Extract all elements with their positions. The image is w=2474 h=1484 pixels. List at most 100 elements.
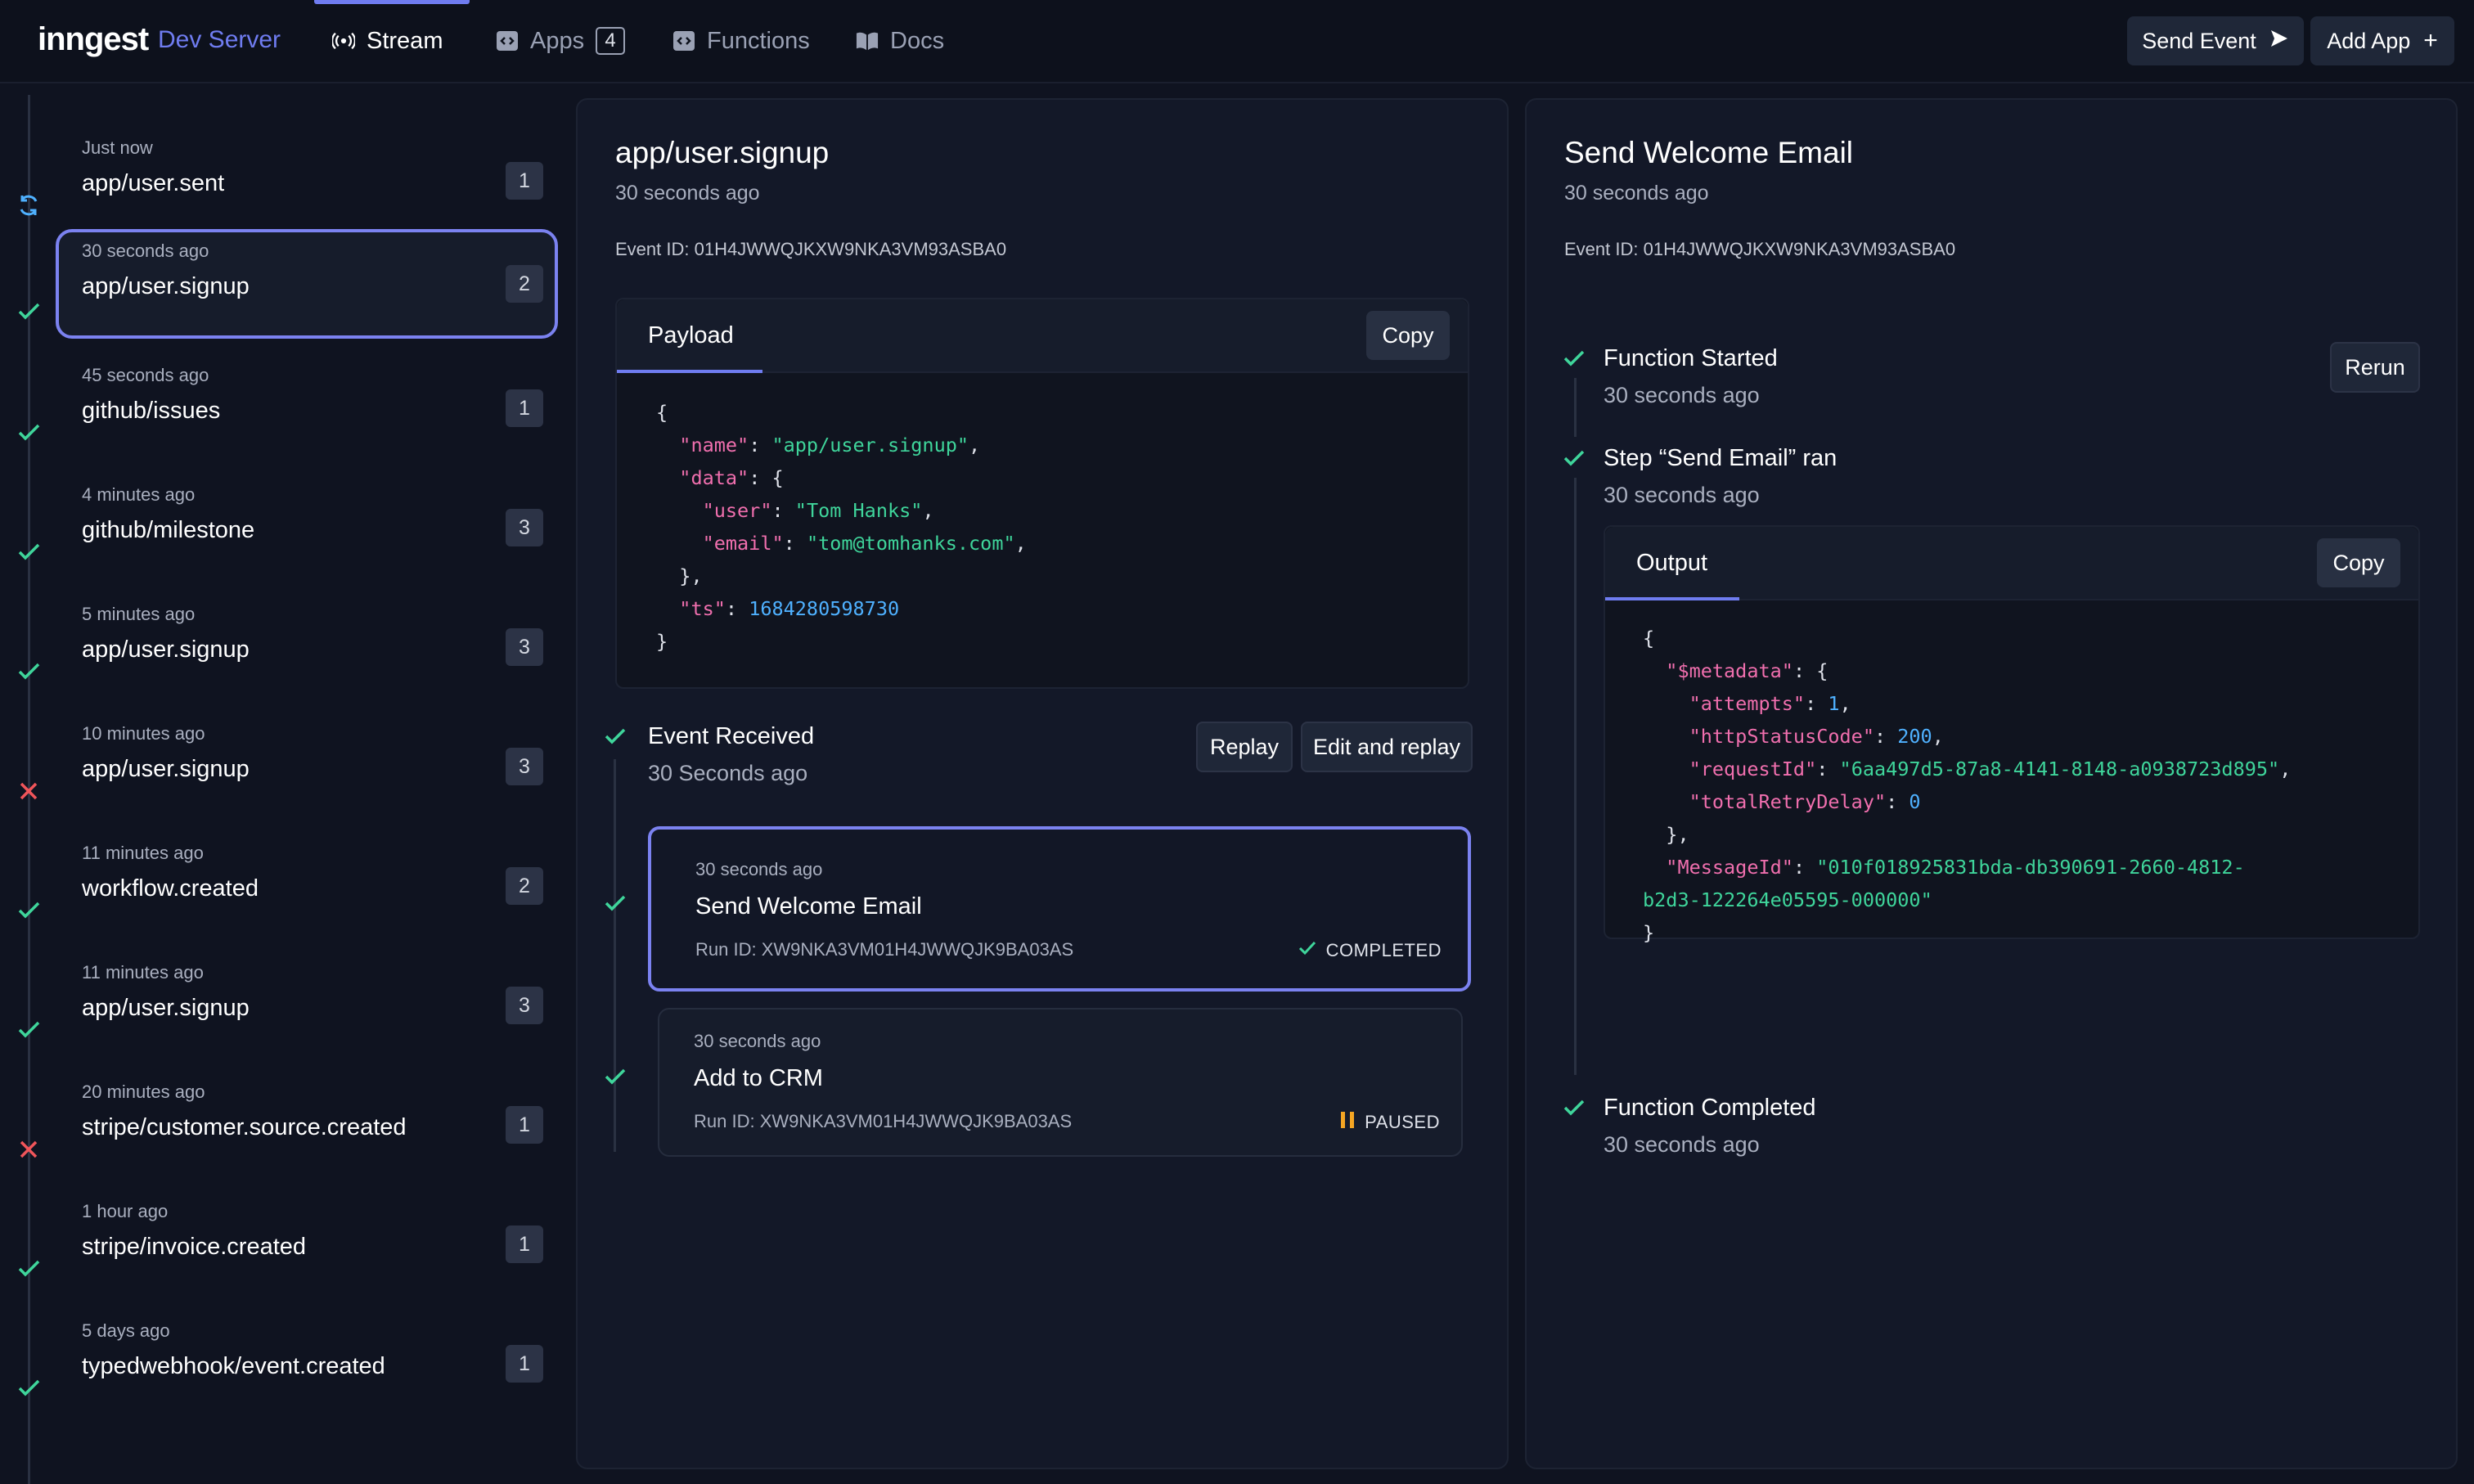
event-list-item[interactable]: 1 hour ago stripe/invoice.created 1 bbox=[56, 1189, 558, 1299]
output-tab-indicator bbox=[1605, 597, 1739, 600]
event-list-item[interactable]: 30 seconds ago app/user.signup 2 bbox=[56, 229, 558, 339]
payload-box: Payload Copy { "name": "app/user.signup"… bbox=[615, 298, 1469, 689]
step-title: Function Completed bbox=[1604, 1095, 1816, 1121]
tab-functions[interactable]: Functions bbox=[672, 0, 810, 82]
event-run-count: 1 bbox=[506, 1225, 543, 1263]
replay-button[interactable]: Replay bbox=[1196, 722, 1293, 772]
edit-and-replay-button[interactable]: Edit and replay bbox=[1301, 722, 1473, 772]
run-function-name: Send Welcome Email bbox=[695, 893, 922, 920]
check-icon bbox=[16, 898, 41, 923]
tab-apps-label: Apps bbox=[530, 27, 585, 54]
event-run-count: 1 bbox=[506, 1106, 543, 1144]
event-list-item[interactable]: 4 minutes ago github/milestone 3 bbox=[56, 473, 558, 582]
copy-output-button[interactable]: Copy bbox=[2317, 538, 2400, 587]
inngest-logo[interactable]: inngest bbox=[38, 21, 149, 58]
plus-icon: + bbox=[2423, 27, 2438, 54]
output-tabbar: Output Copy bbox=[1605, 527, 2418, 600]
tab-payload[interactable]: Payload bbox=[648, 322, 734, 349]
event-name: app/user.signup bbox=[82, 636, 250, 663]
rerun-button[interactable]: Rerun bbox=[2330, 342, 2420, 393]
step-time: 30 seconds ago bbox=[1604, 383, 1760, 407]
broadcast-icon bbox=[332, 29, 355, 52]
send-event-button[interactable]: Send Event bbox=[2127, 16, 2304, 65]
step-title: Step “Send Email” ran bbox=[1604, 445, 1838, 471]
check-icon bbox=[16, 420, 41, 445]
event-run-count: 1 bbox=[506, 389, 543, 427]
event-id: Event ID: 01H4JWWQJKXW9NKA3VM93ASBA0 bbox=[615, 239, 1007, 259]
event-list-item[interactable]: Just now app/user.sent 1 bbox=[56, 126, 558, 236]
event-run-count: 3 bbox=[506, 987, 543, 1024]
event-list-item[interactable]: 5 days ago typedwebhook/event.created 1 bbox=[56, 1309, 558, 1419]
tab-stream[interactable]: Stream bbox=[332, 0, 443, 82]
event-time: 11 minutes ago bbox=[82, 843, 204, 863]
status-label: COMPLETED bbox=[1325, 940, 1442, 960]
run-function-name: Add to CRM bbox=[694, 1065, 823, 1091]
tab-functions-label: Functions bbox=[707, 27, 810, 54]
check-icon bbox=[604, 1065, 627, 1092]
run-time: 30 seconds ago bbox=[694, 1031, 821, 1051]
tab-apps[interactable]: Apps 4 bbox=[496, 0, 626, 82]
code-icon bbox=[672, 29, 695, 52]
check-icon bbox=[16, 659, 41, 684]
event-name: app/user.signup bbox=[82, 273, 250, 299]
event-time: 30 seconds ago bbox=[82, 241, 209, 261]
run-id: Run ID: XW9NKA3VM01H4JWWQJK9BA03AS bbox=[694, 1111, 1073, 1131]
refresh-icon bbox=[16, 193, 41, 218]
run-id: Run ID: XW9NKA3VM01H4JWWQJK9BA03AS bbox=[695, 939, 1074, 960]
pause-icon bbox=[1340, 1111, 1355, 1134]
event-time: 5 days ago bbox=[82, 1320, 170, 1341]
add-app-button[interactable]: Add App + bbox=[2310, 16, 2454, 65]
step-timeline-line bbox=[1574, 378, 1577, 437]
event-time: 20 minutes ago bbox=[82, 1082, 205, 1102]
check-icon bbox=[16, 299, 41, 324]
step-timeline-line bbox=[1574, 478, 1577, 1075]
event-name: typedwebhook/event.created bbox=[82, 1353, 385, 1379]
event-list-item[interactable]: 45 seconds ago github/issues 1 bbox=[56, 353, 558, 463]
send-icon bbox=[2269, 29, 2289, 54]
event-run-count: 2 bbox=[506, 867, 543, 905]
step-time: 30 seconds ago bbox=[1604, 483, 1760, 507]
check-icon bbox=[16, 1257, 41, 1281]
event-name: app/user.signup bbox=[82, 995, 250, 1021]
top-header: inngest Dev Server Stream Apps 4 Functio… bbox=[0, 0, 2474, 83]
step-title: Function Started bbox=[1604, 345, 1778, 371]
run-time: 30 seconds ago bbox=[695, 859, 823, 879]
event-list-item[interactable]: 11 minutes ago workflow.created 2 bbox=[56, 831, 558, 941]
event-run-count: 1 bbox=[506, 162, 543, 200]
tab-docs[interactable]: Docs bbox=[856, 0, 944, 82]
apps-count-badge: 4 bbox=[596, 27, 626, 55]
event-received-title: Event Received bbox=[648, 723, 815, 749]
copy-payload-button[interactable]: Copy bbox=[1366, 311, 1450, 360]
event-title: app/user.signup bbox=[615, 136, 830, 169]
add-app-label: Add App bbox=[2327, 28, 2411, 53]
event-name: app/user.signup bbox=[82, 756, 250, 782]
status-label: PAUSED bbox=[1365, 1112, 1440, 1132]
function-run-card[interactable]: 30 seconds ago Send Welcome Email Run ID… bbox=[648, 826, 1471, 992]
dev-server-label: Dev Server bbox=[158, 26, 281, 53]
event-run-count: 2 bbox=[506, 265, 543, 303]
event-time: 45 seconds ago bbox=[82, 365, 209, 385]
event-timeline-line bbox=[614, 759, 616, 1152]
check-icon bbox=[16, 1018, 41, 1042]
output-code[interactable]: { "$metadata": { "attempts": 1, "httpSta… bbox=[1643, 622, 2291, 949]
event-run-count: 3 bbox=[506, 748, 543, 785]
event-list-item[interactable]: 20 minutes ago stripe/customer.source.cre… bbox=[56, 1070, 558, 1180]
check-icon bbox=[604, 892, 627, 919]
function-run-card[interactable]: 30 seconds ago Add to CRM Run ID: XW9NKA… bbox=[658, 1008, 1463, 1157]
event-list-item[interactable]: 5 minutes ago app/user.signup 3 bbox=[56, 592, 558, 702]
run-title: Send Welcome Email bbox=[1564, 136, 1854, 169]
event-time: 10 minutes ago bbox=[82, 723, 205, 744]
event-name: workflow.created bbox=[82, 875, 259, 902]
payload-code[interactable]: { "name": "app/user.signup", "data": { "… bbox=[656, 396, 1027, 658]
book-icon bbox=[856, 29, 879, 52]
status-completed: COMPLETED bbox=[1298, 939, 1442, 962]
tab-output[interactable]: Output bbox=[1636, 550, 1707, 577]
event-id: Event ID: 01H4JWWQJKXW9NKA3VM93ASBA0 bbox=[1564, 239, 1956, 259]
check-icon bbox=[1563, 1096, 1586, 1123]
event-list-item[interactable]: 10 minutes ago app/user.signup 3 bbox=[56, 712, 558, 821]
event-list-item[interactable]: 11 minutes ago app/user.signup 3 bbox=[56, 951, 558, 1060]
check-icon bbox=[1563, 447, 1586, 474]
event-name: stripe/invoice.created bbox=[82, 1234, 307, 1260]
run-time: 30 seconds ago bbox=[1564, 182, 1709, 205]
event-time: 30 seconds ago bbox=[615, 182, 760, 205]
